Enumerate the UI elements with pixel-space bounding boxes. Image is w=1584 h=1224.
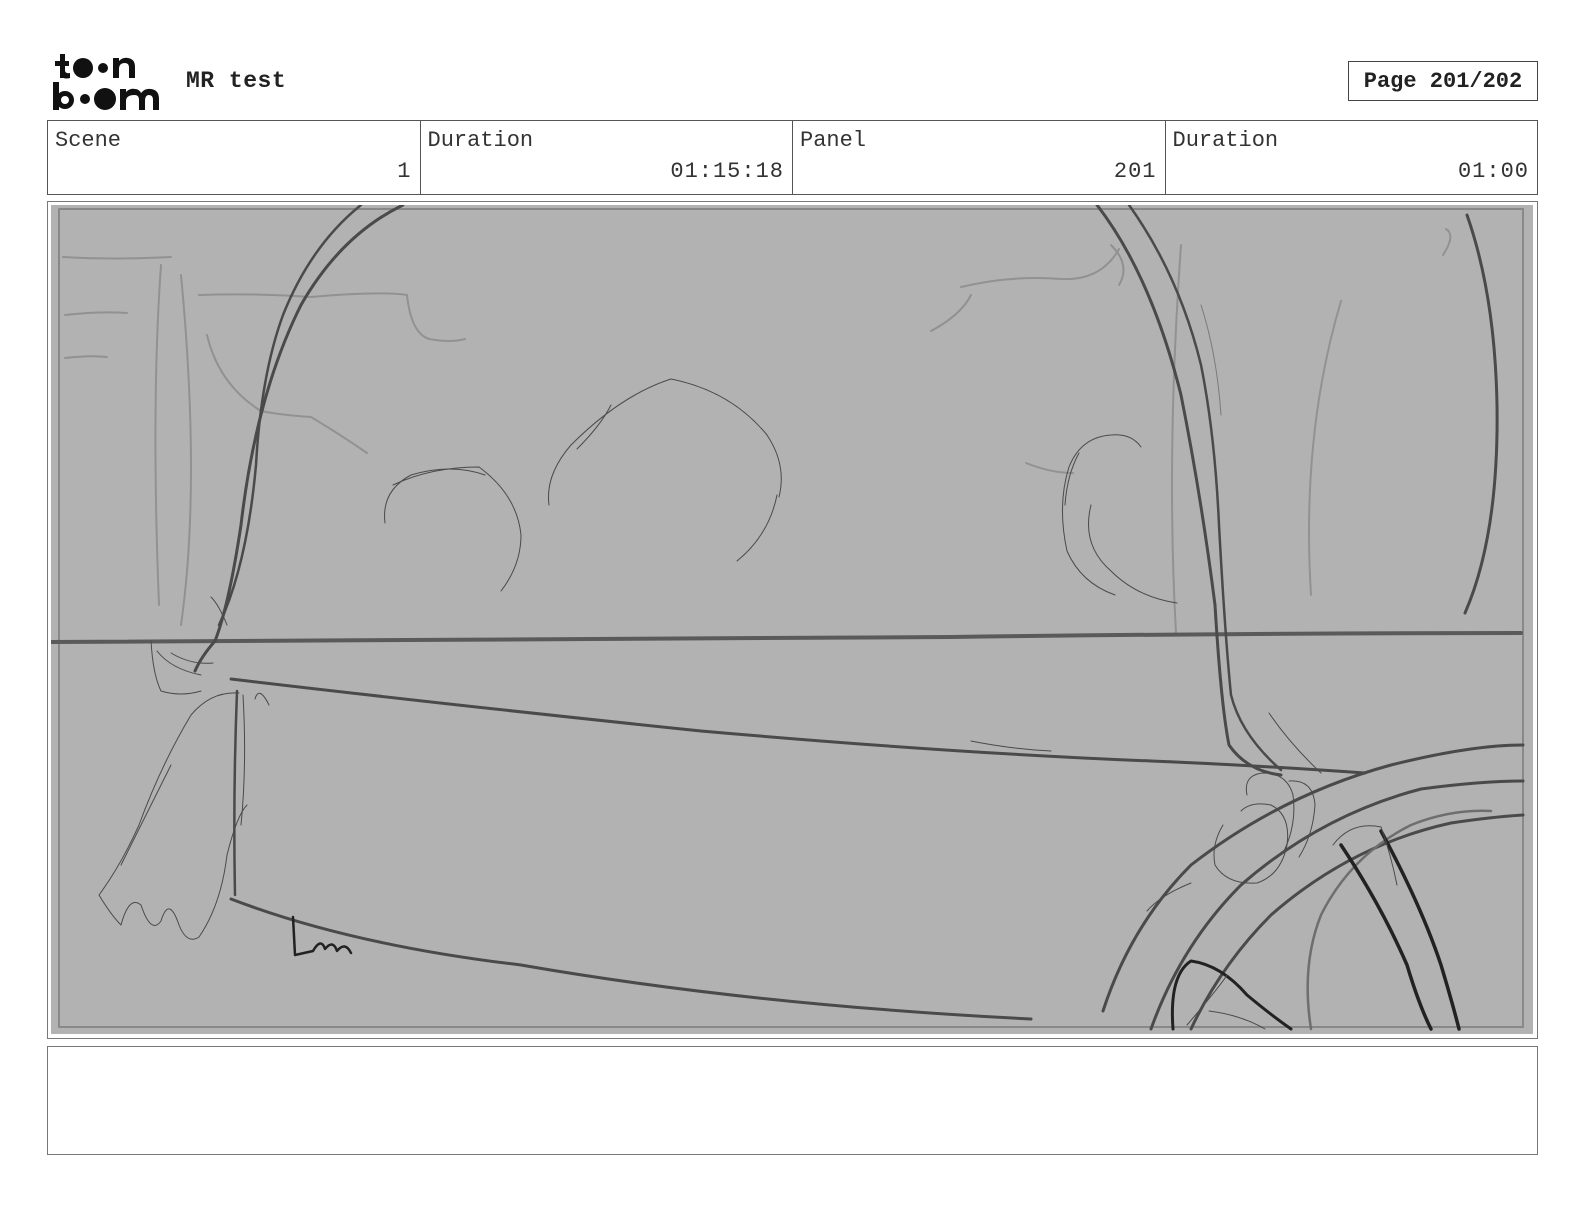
panel-label: Panel xyxy=(800,128,867,153)
panel-frame xyxy=(47,201,1538,1039)
toon-boom-logo-icon xyxy=(53,54,159,110)
panel-info-table: Scene 1 Duration 01:15:18 Panel 201 Dura… xyxy=(47,120,1538,195)
scene-duration-cell: Duration 01:15:18 xyxy=(421,121,793,194)
scene-duration-label: Duration xyxy=(427,128,534,153)
scene-cell: Scene 1 xyxy=(48,121,421,194)
scene-duration-value: 01:15:18 xyxy=(670,159,784,184)
panel-duration-value: 01:00 xyxy=(1457,159,1529,184)
scene-label: Scene xyxy=(55,128,122,153)
panel-notes-box xyxy=(47,1046,1538,1155)
page-indicator: Page 201/202 xyxy=(1348,61,1538,101)
storyboard-sketch xyxy=(51,205,1525,1031)
scene-value: 1 xyxy=(397,159,412,184)
toon-boom-logo xyxy=(50,50,166,112)
panel-sketch-image xyxy=(51,205,1533,1034)
project-title: MR test xyxy=(186,68,287,94)
panel-duration-label: Duration xyxy=(1172,128,1279,153)
panel-duration-cell: Duration 01:00 xyxy=(1166,121,1538,194)
panel-cell: Panel 201 xyxy=(793,121,1166,194)
panel-value: 201 xyxy=(1113,159,1157,184)
